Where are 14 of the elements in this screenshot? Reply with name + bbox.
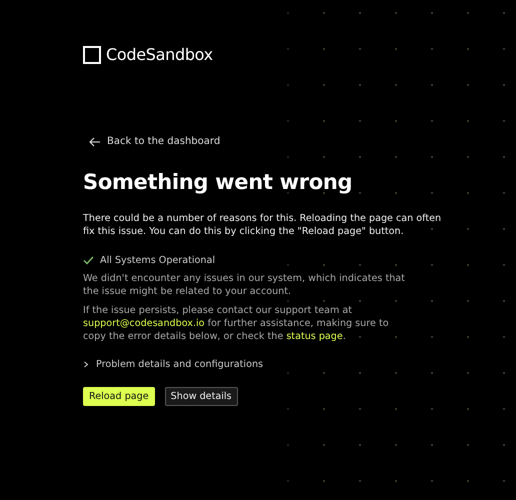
logo-text: CodeSandbox — [106, 45, 213, 64]
page-heading: Something went wrong — [83, 170, 354, 194]
support-link[interactable]: status page — [286, 330, 343, 342]
intro-text: There could be a number of reasons for this. Reloading the page can often fix this issue. You can do this by clicking the "Reload page" button. — [83, 212, 442, 238]
arrow-left-icon — [89, 136, 101, 146]
reload-button[interactable]: Reload page — [83, 386, 155, 406]
back-link[interactable]: Back to the dashboard — [89, 136, 220, 147]
support-text: If the issue persists, please contact our support team at support@codesandbox.io for further assistance, making sure to copy the error details below, or check the status page. — [83, 304, 390, 342]
support-link[interactable]: support@codesandbox.io — [83, 318, 205, 328]
details-toggle[interactable]: Problem details and configurations — [83, 358, 264, 370]
logo-icon — [83, 46, 101, 64]
status-text: All Systems Operational — [100, 254, 216, 266]
explanation-text: We didn't encounter any issues in our system, which indicates that the issue might be related to your account. — [83, 272, 406, 298]
details-button[interactable]: Show details — [164, 386, 238, 406]
